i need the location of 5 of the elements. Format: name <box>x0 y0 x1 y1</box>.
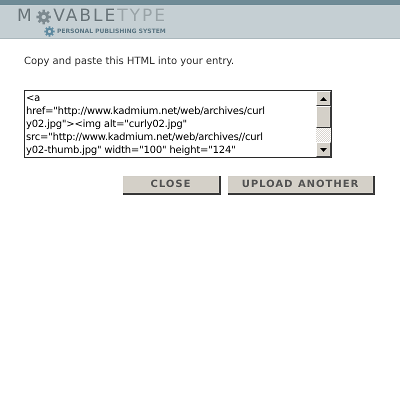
instruction-text: Copy and paste this HTML into your entry. <box>24 56 236 67</box>
logo-text: VABLE <box>53 7 118 26</box>
action-button[interactable]: UPLOAD ANOTHER <box>228 176 375 195</box>
logo-letter: M <box>17 7 34 26</box>
action-button[interactable]: CLOSE <box>123 176 221 195</box>
